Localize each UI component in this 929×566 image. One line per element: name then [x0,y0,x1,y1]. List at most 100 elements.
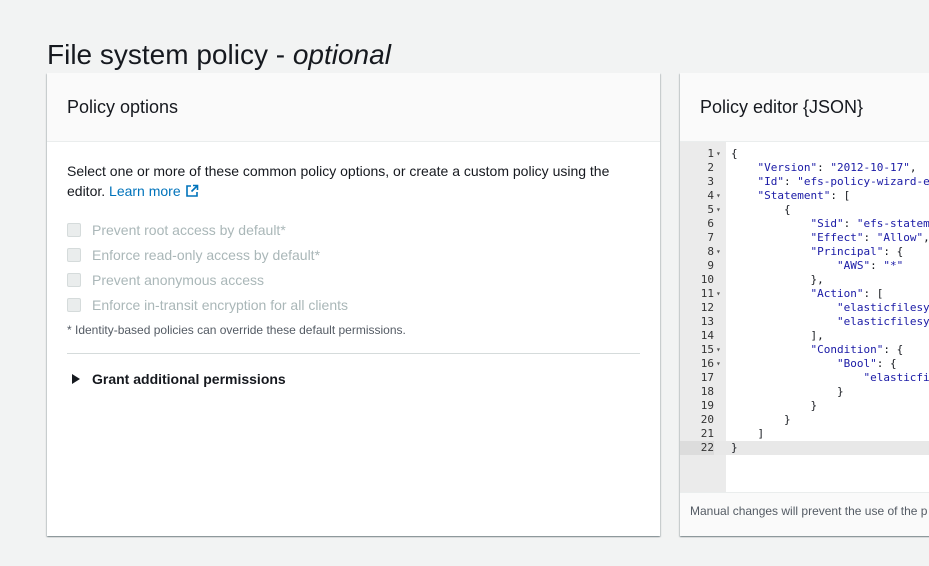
code-text: } [731,441,738,454]
code-line[interactable]: 10 }, [680,273,929,287]
code-text: "Id": "efs-policy-wizard-e [757,175,929,188]
fold-toggle-icon[interactable]: ▾ [716,287,724,301]
editor-footer-message: Manual changes will prevent the use of t… [690,504,928,518]
policy-editor-panel: Policy editor {JSON} 1 ▾{2 "Version": "20… [680,73,929,536]
line-number: 21 [700,427,714,440]
code-text: "elasticfilesy [836,315,929,328]
option-label: Enforce read-only access by default* [92,246,321,263]
checkbox[interactable] [67,247,81,262]
learn-more-label[interactable]: Learn more [109,183,181,199]
code-text: "Principal": { [810,245,904,258]
fold-toggle-icon[interactable]: ▾ [716,343,724,357]
line-number: 22 [680,441,714,455]
code-text: "elasticfilesy [836,301,929,314]
page-title-optional: optional [292,38,391,70]
line-number: 11 [700,287,714,300]
code-line[interactable]: 2 "Version": "2012-10-17", [680,161,929,175]
line-number: 18 [700,385,714,398]
code-text: } [731,399,818,412]
fold-toggle-icon[interactable]: ▾ [716,203,724,217]
option-enforce-read-only[interactable]: Enforce read-only access by default* [67,242,348,267]
line-number: 10 [700,273,714,286]
code-text: "AWS": "*" [836,259,904,272]
option-prevent-root-access[interactable]: Prevent root access by default* [67,217,348,242]
code-line[interactable]: 11 ▾ "Action": [ [680,287,929,301]
fold-toggle-icon[interactable]: ▾ [716,245,724,259]
option-prevent-anonymous-access[interactable]: Prevent anonymous access [67,267,348,292]
page-title-main: File system policy - [47,38,293,70]
checkbox[interactable] [67,222,81,237]
code-line[interactable]: 7 "Effect": "Allow", [680,231,929,245]
code-text: }, [731,273,824,286]
line-number: 19 [700,399,714,412]
code-line[interactable]: 16 ▾ "Bool": { [680,357,929,371]
code-line[interactable]: 18 } [680,385,929,399]
footnote: * Identity-based policies can override t… [67,323,406,337]
code-line[interactable]: 13 "elasticfilesy [680,315,929,329]
expander-label: Grant additional permissions [92,371,286,387]
grant-additional-permissions-expander[interactable]: Grant additional permissions [72,371,286,387]
policy-options-list: Prevent root access by default* Enforce … [67,217,348,317]
code-text: "Action": [ [810,287,884,300]
code-line[interactable]: 5 ▾ { [680,203,929,217]
line-number: 6 [707,217,714,230]
line-number: 9 [707,259,714,272]
policy-editor-header: Policy editor {JSON} [680,73,929,142]
code-line[interactable]: 22} [680,441,929,455]
code-text: { [731,203,791,216]
code-text: "Sid": "efs-statem [810,217,929,230]
code-text: "Statement": [ [757,189,851,202]
page-title: File system policy - optional [47,37,391,73]
policy-options-panel: Policy options Select one or more of the… [47,73,660,536]
line-number: 12 [700,301,714,314]
code-line[interactable]: 15 ▾ "Condition": { [680,343,929,357]
checkbox[interactable] [67,297,81,312]
code-line[interactable]: 3 "Id": "efs-policy-wizard-e [680,175,929,189]
code-line[interactable]: 21 ] [680,427,929,441]
editor-footer: Manual changes will prevent the use of t… [680,492,929,536]
line-number: 2 [707,161,714,174]
line-number: 5 [707,203,714,216]
code-line[interactable]: 20 } [680,413,929,427]
line-number: 3 [707,175,714,188]
code-line[interactable]: 6 "Sid": "efs-statem [680,217,929,231]
code-text: "elasticfi [863,371,929,384]
line-number: 15 [700,343,714,356]
fold-toggle-icon[interactable]: ▾ [716,357,724,371]
policy-options-description: Select one or more of these common polic… [67,161,642,203]
code-line[interactable]: 9 "AWS": "*" [680,259,929,273]
code-text: } [731,413,791,426]
line-number: 1 [707,147,714,160]
line-number: 20 [700,413,714,426]
code-line[interactable]: 1 ▾ { [680,147,929,161]
fold-toggle-icon[interactable]: ▾ [716,189,724,203]
line-number: 16 [700,357,714,370]
code-line[interactable]: 14 ], [680,329,929,343]
line-number: 17 [700,371,714,384]
code-line[interactable]: 4 ▾ "Statement": [ [680,189,929,203]
code-text: { [731,147,738,160]
policy-options-header: Policy options [47,73,660,142]
fold-toggle-icon[interactable]: ▾ [716,147,724,161]
code-line[interactable]: 17 "elasticfi [680,371,929,385]
code-text: "Effect": "Allow", [810,231,929,244]
line-number: 7 [707,231,714,244]
code-text: "Bool": { [836,357,897,370]
json-code-editor[interactable]: 1 ▾{2 "Version": "2012-10-17", 3 "Id": "ef… [680,142,929,492]
code-text: ] [731,427,765,440]
line-number: 4 [707,189,714,202]
learn-more-link[interactable]: Learn more [109,183,199,199]
code-text: "Condition": { [810,343,904,356]
option-enforce-in-transit-encryption[interactable]: Enforce in-transit encryption for all cl… [67,292,348,317]
code-text: } [731,385,844,398]
policy-editor-title: Policy editor {JSON} [700,97,864,117]
policy-options-title: Policy options [67,97,179,117]
code-line[interactable]: 12 "elasticfilesy [680,301,929,315]
option-label: Prevent root access by default* [92,221,286,238]
option-label: Prevent anonymous access [92,271,264,288]
checkbox[interactable] [67,272,81,287]
caret-right-icon [72,374,80,384]
code-line[interactable]: 19 } [680,399,929,413]
code-line[interactable]: 8 ▾ "Principal": { [680,245,929,259]
line-number: 13 [700,315,714,328]
